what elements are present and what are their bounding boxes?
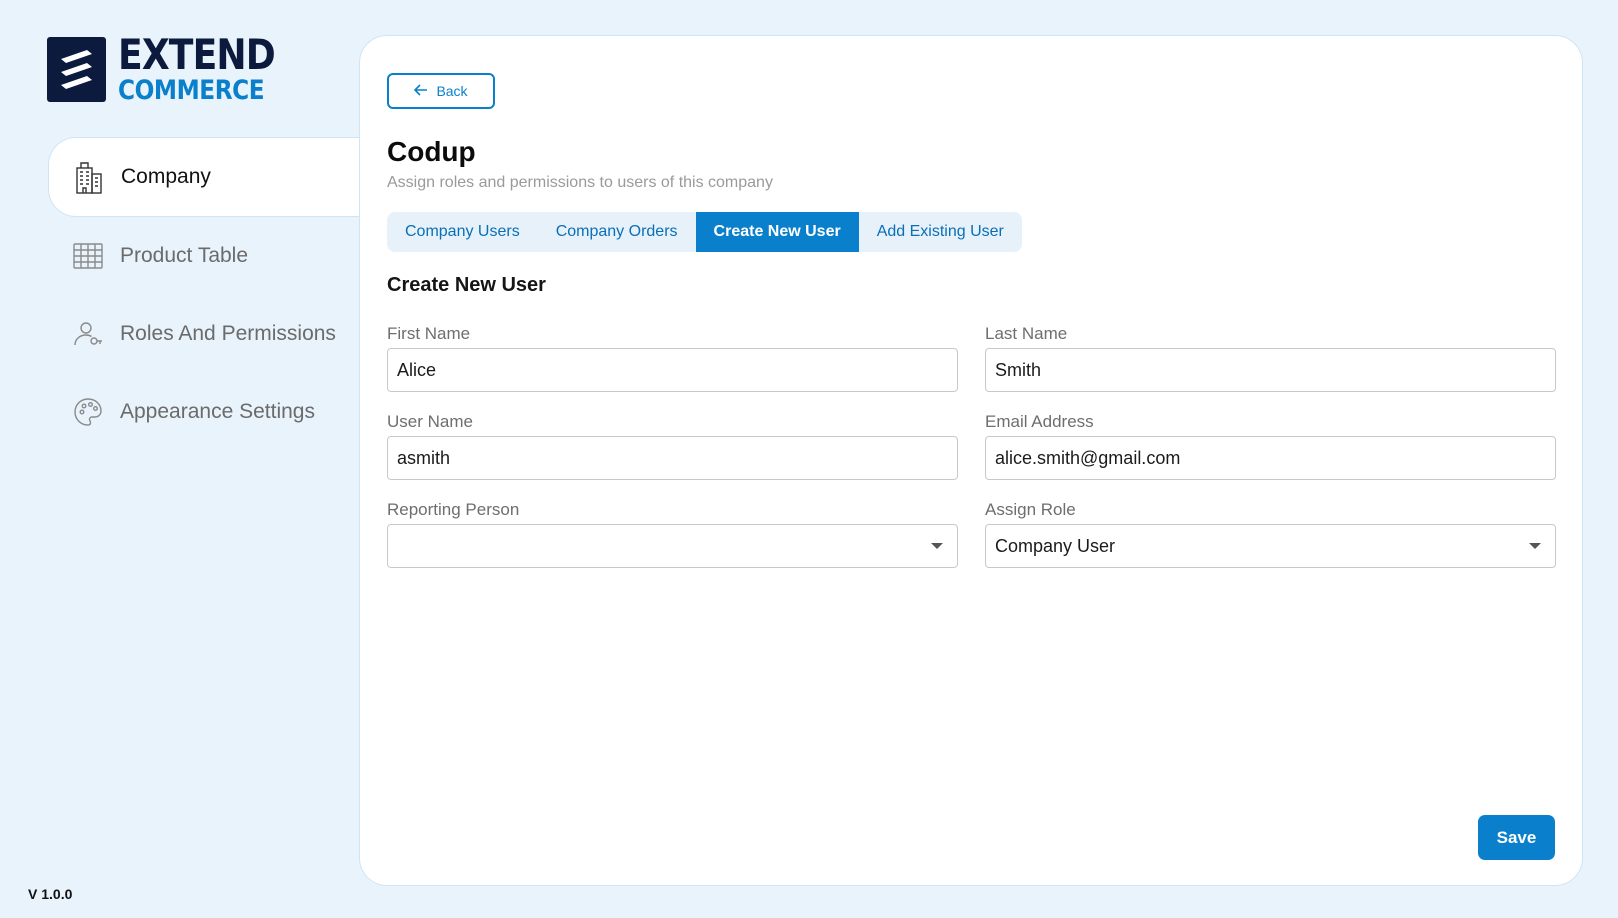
building-icon <box>73 161 105 194</box>
sidebar-item-company[interactable]: Company <box>48 137 378 217</box>
logo-word-commerce: COMMERCE <box>118 75 265 106</box>
sidebar-item-appearance-settings[interactable]: Appearance Settings <box>48 373 362 451</box>
user-name-field[interactable]: asmith <box>387 436 958 480</box>
user-name-label: User Name <box>387 412 473 431</box>
brand-logo: EXTEND COMMERCE <box>47 34 300 104</box>
palette-icon <box>72 396 104 428</box>
sidebar-item-label: Appearance Settings <box>120 400 315 423</box>
sidebar-nav: Company Product Table Roles And Permissi… <box>48 137 378 451</box>
first-name-group: First Name Alice <box>387 324 958 392</box>
sidebar-item-roles-permissions[interactable]: Roles And Permissions <box>48 295 362 373</box>
assign-role-value: Company User <box>995 535 1116 556</box>
arrow-left-icon <box>414 83 428 99</box>
chevron-down-icon <box>1529 543 1541 549</box>
email-label: Email Address <box>985 412 1094 431</box>
main-panel: Back Codup Assign roles and permissions … <box>359 35 1583 886</box>
reporting-person-group: Reporting Person <box>387 500 958 568</box>
email-group: Email Address alice.smith@gmail.com <box>985 412 1556 480</box>
sidebar-item-label: Roles And Permissions <box>120 322 336 345</box>
section-title: Create New User <box>387 274 546 296</box>
user-name-group: User Name asmith <box>387 412 958 480</box>
sidebar-item-product-table[interactable]: Product Table <box>48 217 362 295</box>
reporting-person-select[interactable] <box>387 524 958 568</box>
page-title: Codup <box>387 136 476 167</box>
page-subtitle: Assign roles and permissions to users of… <box>387 174 773 191</box>
tab-company-users[interactable]: Company Users <box>387 212 538 252</box>
sidebar-item-label: Product Table <box>120 244 249 267</box>
assign-role-group: Assign Role Company User <box>985 500 1556 568</box>
assign-role-select[interactable]: Company User <box>985 524 1556 568</box>
last-name-field[interactable]: Smith <box>985 348 1556 392</box>
save-button[interactable]: Save <box>1478 815 1555 860</box>
tab-add-existing-user[interactable]: Add Existing User <box>859 212 1022 252</box>
app-version: V 1.0.0 <box>28 886 73 902</box>
logo-mark-icon <box>47 36 106 102</box>
reporting-person-label: Reporting Person <box>387 500 520 519</box>
back-button[interactable]: Back <box>387 73 495 109</box>
first-name-field[interactable]: Alice <box>387 348 958 392</box>
logo-word-extend: EXTEND <box>118 30 276 79</box>
table-grid-icon <box>72 240 104 272</box>
last-name-group: Last Name Smith <box>985 324 1556 392</box>
tab-bar: Company Users Company Orders Create New … <box>387 212 1022 252</box>
user-key-icon <box>72 318 104 350</box>
email-field[interactable]: alice.smith@gmail.com <box>985 436 1556 480</box>
last-name-label: Last Name <box>985 324 1068 343</box>
chevron-down-icon <box>931 543 943 549</box>
first-name-label: First Name <box>387 324 471 343</box>
tab-create-new-user[interactable]: Create New User <box>695 212 859 252</box>
back-button-label: Back <box>436 83 468 99</box>
tab-company-orders[interactable]: Company Orders <box>538 212 696 252</box>
assign-role-label: Assign Role <box>985 500 1076 519</box>
sidebar-item-label: Company <box>121 165 211 188</box>
